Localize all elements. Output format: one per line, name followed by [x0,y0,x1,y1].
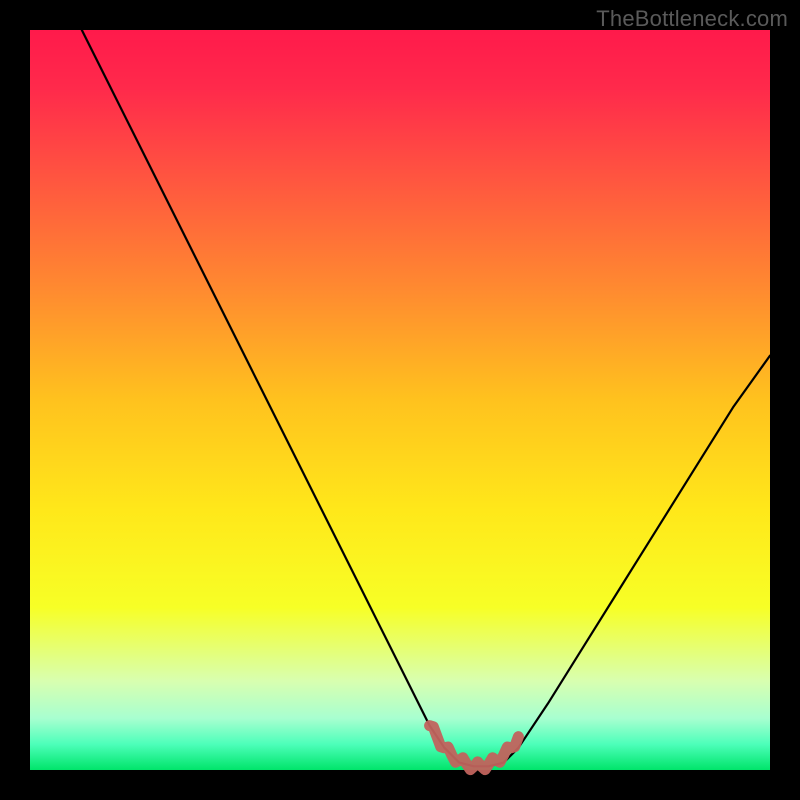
plot-background [30,30,770,770]
chart-frame: TheBottleneck.com [0,0,800,800]
bottleneck-chart [0,0,800,800]
